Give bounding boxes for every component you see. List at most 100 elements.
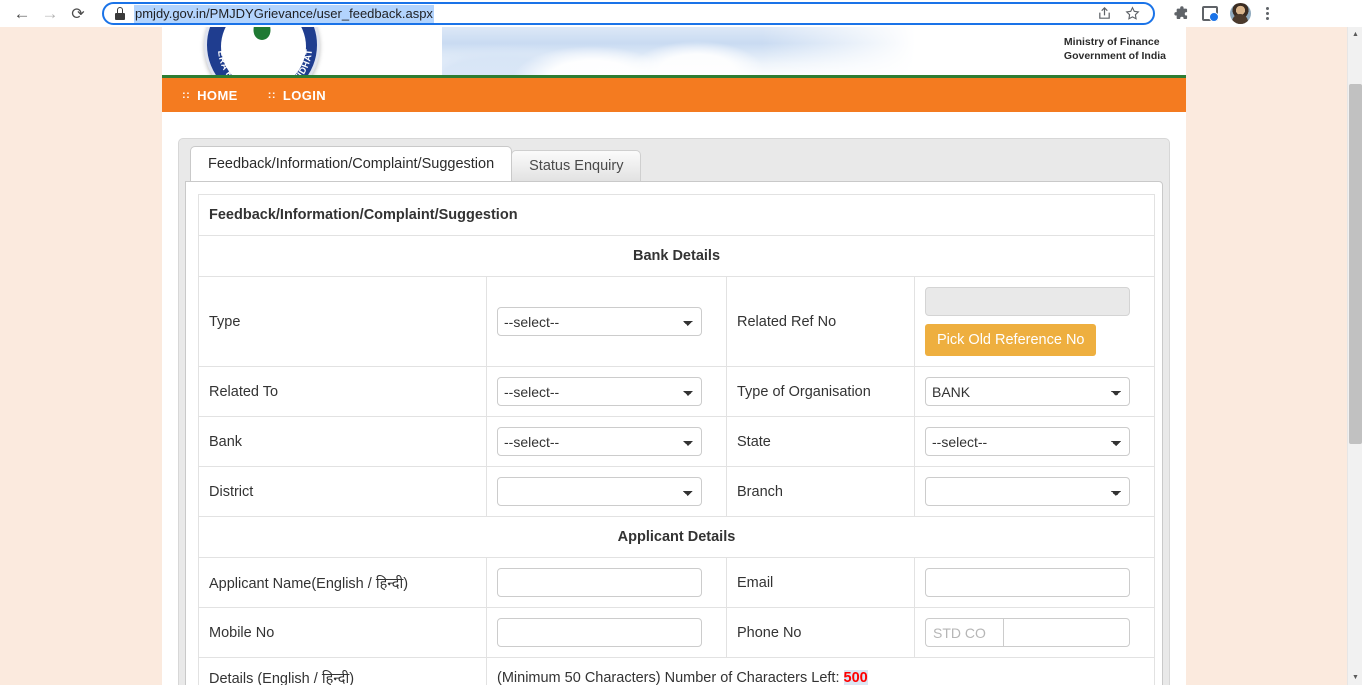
profile-avatar[interactable] bbox=[1227, 2, 1253, 26]
pmjdy-logo: MERA KHATA BHAGYA VIDHATA bbox=[204, 27, 320, 78]
bank-select[interactable]: --select-- bbox=[497, 427, 702, 456]
row-details: Details (English / हिन्दी) (Minimum 50 C… bbox=[198, 657, 1155, 685]
cell-state-select: --select-- bbox=[914, 416, 1155, 467]
logo-ring-text: MERA KHATA BHAGYA VIDHATA bbox=[207, 27, 314, 78]
row-related-to-org: Related To --select-- Type of Organisati… bbox=[198, 366, 1155, 417]
section-header-applicant-details: Applicant Details bbox=[198, 516, 1155, 558]
type-of-organisation-select[interactable]: BANK bbox=[925, 377, 1130, 406]
feedback-form-table: Feedback/Information/Complaint/Suggestio… bbox=[198, 194, 1155, 685]
nav-item-home-label: HOME bbox=[197, 87, 238, 103]
related-ref-no-input[interactable] bbox=[925, 287, 1130, 316]
details-note-prefix: (Minimum 50 Characters) Number of Charac… bbox=[497, 670, 840, 685]
page-container: MERA KHATA BHAGYA VIDHATA Ministry of Fi… bbox=[162, 27, 1186, 685]
phone-no-input[interactable] bbox=[1003, 618, 1130, 647]
tab-strip: Feedback/Information/Complaint/Suggestio… bbox=[185, 145, 1163, 181]
pick-old-reference-no-button[interactable]: Pick Old Reference No bbox=[925, 324, 1097, 356]
row-district-branch: District Branch bbox=[198, 466, 1155, 517]
tab-feedback[interactable]: Feedback/Information/Complaint/Suggestio… bbox=[190, 146, 513, 181]
section-header-bank-details: Bank Details bbox=[198, 235, 1155, 277]
scrollbar-thumb[interactable] bbox=[1349, 84, 1362, 444]
tab-panel: Feedback/Information/Complaint/Suggestio… bbox=[178, 138, 1170, 685]
label-bank: Bank bbox=[198, 416, 487, 467]
label-related-to: Related To bbox=[198, 366, 487, 417]
nav-item-login-label: LOGIN bbox=[282, 87, 327, 103]
row-name-email: Applicant Name(English / हिन्दी) Email bbox=[198, 557, 1155, 608]
cell-related-to-select: --select-- bbox=[486, 366, 727, 417]
section-applicant-details-row: Applicant Details bbox=[198, 516, 1155, 558]
applicant-name-input[interactable] bbox=[497, 568, 702, 597]
mobile-no-input[interactable] bbox=[497, 618, 702, 647]
label-related-ref-no: Related Ref No bbox=[726, 276, 915, 367]
nav-item-login[interactable]: :: LOGIN bbox=[268, 88, 326, 103]
tab-status-enquiry[interactable]: Status Enquiry bbox=[511, 150, 642, 181]
email-input[interactable] bbox=[925, 568, 1130, 597]
section-bank-details-row: Bank Details bbox=[198, 235, 1155, 277]
label-type-of-organisation: Type of Organisation bbox=[726, 366, 915, 417]
nav-item-home[interactable]: :: HOME bbox=[182, 88, 238, 103]
forward-arrow-icon[interactable]: → bbox=[36, 2, 64, 26]
cell-bank-select: --select-- bbox=[486, 416, 727, 467]
cell-type-of-organisation-select: BANK bbox=[914, 366, 1155, 417]
tab-content-feedback: Feedback/Information/Complaint/Suggestio… bbox=[185, 181, 1163, 685]
label-state: State bbox=[726, 416, 915, 467]
cell-applicant-name-input bbox=[486, 557, 727, 608]
type-select[interactable]: --select-- bbox=[497, 307, 702, 336]
star-icon[interactable] bbox=[1119, 2, 1145, 26]
label-phone-no: Phone No bbox=[726, 607, 915, 658]
browser-toolbar: ← → ⟳ pmjdy.gov.in/PMJDYGrievance/user_f… bbox=[0, 0, 1362, 27]
district-select[interactable] bbox=[497, 477, 702, 506]
nav-bullet-icon: :: bbox=[267, 89, 276, 101]
sky-banner-image bbox=[442, 27, 942, 75]
row-type-ref: Type --select-- Related Ref No Pick Old … bbox=[198, 276, 1155, 367]
share-icon[interactable] bbox=[1091, 2, 1117, 26]
puzzle-icon[interactable] bbox=[1167, 2, 1193, 26]
svg-text:MERA KHATA BHAGYA VIDHATA: MERA KHATA BHAGYA VIDHATA bbox=[207, 27, 314, 78]
content-area: Feedback/Information/Complaint/Suggestio… bbox=[162, 112, 1186, 685]
scroll-down-arrow-icon[interactable]: ▼ bbox=[1348, 670, 1362, 685]
cell-mobile-no-input bbox=[486, 607, 727, 658]
page-viewport: MERA KHATA BHAGYA VIDHATA Ministry of Fi… bbox=[0, 27, 1362, 685]
std-code-input[interactable] bbox=[925, 618, 1003, 647]
label-email: Email bbox=[726, 557, 915, 608]
address-bar[interactable]: pmjdy.gov.in/PMJDYGrievance/user_feedbac… bbox=[102, 2, 1155, 25]
row-mobile-phone: Mobile No Phone No bbox=[198, 607, 1155, 658]
ministry-line-1: Ministry of Finance bbox=[1063, 36, 1160, 48]
label-applicant-name: Applicant Name(English / हिन्दी) bbox=[198, 557, 487, 608]
cell-district-select bbox=[486, 466, 727, 517]
cell-branch-select bbox=[914, 466, 1155, 517]
label-details: Details (English / हिन्दी) bbox=[198, 657, 487, 685]
phone-no-group bbox=[925, 618, 1144, 647]
label-district: District bbox=[198, 466, 487, 517]
state-select[interactable]: --select-- bbox=[925, 427, 1130, 456]
kebab-menu-icon[interactable] bbox=[1257, 3, 1277, 25]
side-panel-icon[interactable] bbox=[1197, 2, 1223, 26]
cell-related-ref-no: Pick Old Reference No bbox=[914, 276, 1155, 367]
url-text[interactable]: pmjdy.gov.in/PMJDYGrievance/user_feedbac… bbox=[134, 4, 434, 23]
main-navigation: :: HOME :: LOGIN bbox=[162, 78, 1186, 112]
chrome-action-icons bbox=[1163, 2, 1277, 26]
label-branch: Branch bbox=[726, 466, 915, 517]
label-mobile-no: Mobile No bbox=[198, 607, 487, 658]
page-scrollbar[interactable]: ▲ ▼ bbox=[1347, 27, 1362, 685]
cell-type-select: --select-- bbox=[486, 276, 727, 367]
tab-feedback-label: Feedback/Information/Complaint/Suggestio… bbox=[208, 156, 495, 172]
scroll-up-arrow-icon[interactable]: ▲ bbox=[1348, 27, 1362, 42]
logo-motto: MERA KHATA BHAGYA VIDHATA bbox=[207, 27, 313, 75]
label-type: Type bbox=[198, 276, 487, 367]
characters-left-count: 500 bbox=[843, 670, 868, 685]
back-arrow-icon[interactable]: ← bbox=[8, 2, 36, 26]
cell-phone-no-input bbox=[914, 607, 1155, 658]
cell-email-input bbox=[914, 557, 1155, 608]
ministry-text: Ministry of Finance Government of India bbox=[1064, 35, 1166, 63]
reload-icon[interactable]: ⟳ bbox=[64, 2, 92, 26]
row-bank-state: Bank --select-- State --select-- bbox=[198, 416, 1155, 467]
related-to-select[interactable]: --select-- bbox=[497, 377, 702, 406]
lock-icon bbox=[114, 7, 126, 20]
nav-bullet-icon: :: bbox=[182, 89, 191, 101]
site-header: MERA KHATA BHAGYA VIDHATA Ministry of Fi… bbox=[162, 27, 1186, 78]
form-title-row: Feedback/Information/Complaint/Suggestio… bbox=[198, 194, 1155, 236]
details-character-note: (Minimum 50 Characters) Number of Charac… bbox=[486, 657, 1155, 685]
tab-status-enquiry-label: Status Enquiry bbox=[529, 158, 624, 174]
branch-select[interactable] bbox=[925, 477, 1130, 506]
ministry-line-2: Government of India bbox=[1063, 50, 1166, 62]
